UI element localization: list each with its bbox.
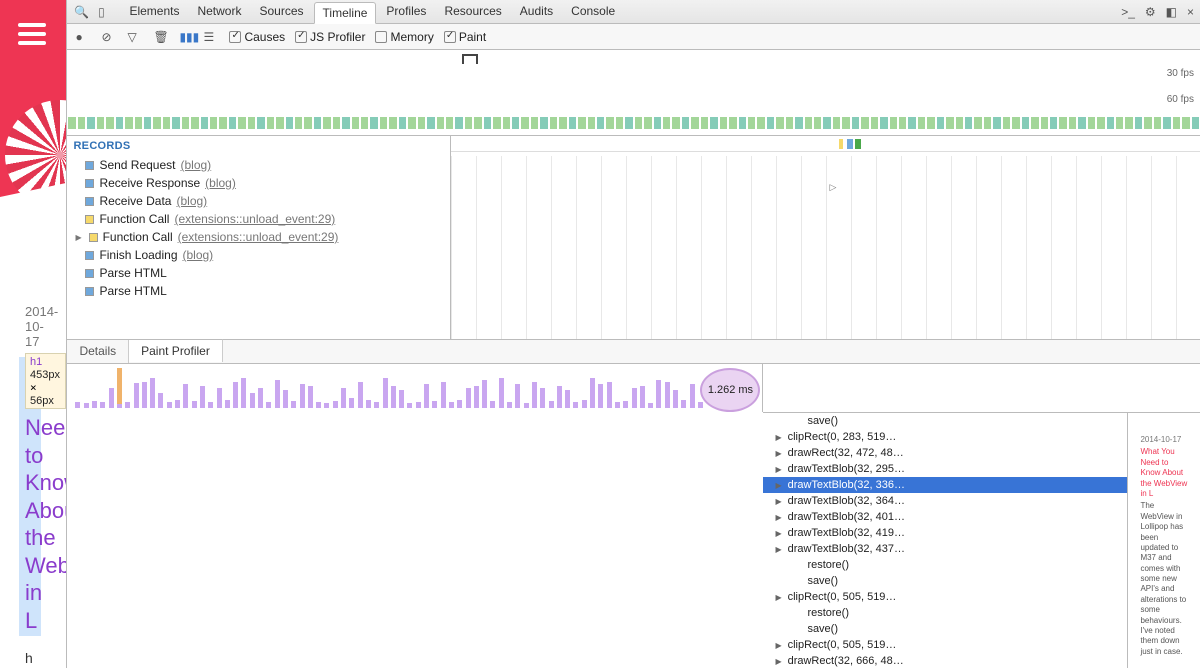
overview-selection-handle[interactable]	[462, 54, 478, 64]
checkbox-js-profiler[interactable]: JS Profiler	[295, 30, 365, 44]
draw-call[interactable]: drawTextBlob(32, 419…	[763, 525, 1127, 541]
draw-call[interactable]: clipRect(0, 283, 519…	[763, 429, 1127, 445]
checkbox-causes[interactable]: Causes	[229, 30, 285, 44]
records-header: RECORDS	[67, 136, 450, 156]
record-row[interactable]: Finish Loading (blog)	[67, 246, 450, 264]
close-icon[interactable]: ×	[1187, 5, 1194, 19]
hero-image: ➤	[0, 0, 66, 280]
timeline-overview[interactable]: 30 fps 60 fps	[67, 50, 1200, 136]
draw-call[interactable]: clipRect(0, 505, 519…	[763, 637, 1127, 653]
barchart-icon[interactable]: ▮▮▮	[179, 30, 193, 44]
fps-label: 60 fps	[1167, 94, 1194, 105]
subtab-paint-profiler[interactable]: Paint Profiler	[129, 339, 223, 362]
record-row[interactable]: Parse HTML	[67, 264, 450, 282]
record-icon[interactable]: ●	[75, 30, 89, 44]
hamburger-icon[interactable]	[18, 18, 46, 50]
tab-audits[interactable]: Audits	[512, 1, 561, 23]
dock-side-icon[interactable]: ◧	[1166, 5, 1177, 19]
draw-call[interactable]: save()	[763, 413, 1127, 429]
draw-call[interactable]: drawTextBlob(32, 336…	[763, 477, 1127, 493]
tab-network[interactable]: Network	[189, 1, 249, 23]
record-row[interactable]: Function Call (extensions::unload_event:…	[67, 210, 450, 228]
draw-call[interactable]: drawTextBlob(32, 401…	[763, 509, 1127, 525]
devtools-panel: 🔍 ▯ ElementsNetworkSourcesTimelineProfil…	[66, 0, 1200, 668]
tab-sources[interactable]: Sources	[251, 1, 311, 23]
flamechart-icon[interactable]: ☰	[203, 30, 217, 44]
draw-call[interactable]: save()	[763, 573, 1127, 589]
draw-call[interactable]: drawRect(32, 666, 48…	[763, 653, 1127, 668]
device-toggle-icon[interactable]: ▯	[93, 5, 109, 19]
tab-elements[interactable]: Elements	[121, 1, 187, 23]
drawer-toggle-icon[interactable]: >_	[1121, 5, 1135, 19]
tab-resources[interactable]: Resources	[436, 1, 509, 23]
draw-call[interactable]: clipRect(0, 505, 519…	[763, 589, 1127, 605]
record-row[interactable]: Send Request (blog)	[67, 156, 450, 174]
post-excerpt: h Lollipop has been updated to M37 and c…	[25, 648, 41, 668]
record-row[interactable]: Function Call (extensions::unload_event:…	[67, 228, 450, 246]
post-date: 2014-10-17	[25, 304, 41, 349]
tab-console[interactable]: Console	[563, 1, 623, 23]
fps-label: 30 fps	[1167, 68, 1194, 79]
draw-call[interactable]: restore()	[763, 605, 1127, 621]
timeline-toolbar: ● ⊘ ▽ 🗑 ▮▮▮ ☰ Causes JS Profiler Memory Pai…	[67, 24, 1200, 50]
tab-profiles[interactable]: Profiles	[378, 1, 434, 23]
draw-call[interactable]: restore()	[763, 557, 1127, 573]
draw-call[interactable]: drawRect(32, 472, 48…	[763, 445, 1127, 461]
devtools-toolbar: 🔍 ▯ ElementsNetworkSourcesTimelineProfil…	[67, 0, 1200, 24]
draw-call-list[interactable]: save()clipRect(0, 283, 519…drawRect(32, …	[763, 413, 1128, 668]
draw-call[interactable]: save()	[763, 621, 1127, 637]
inspect-icon[interactable]: 🔍	[73, 5, 89, 19]
checkbox-memory[interactable]: Memory	[375, 30, 433, 44]
filter-icon[interactable]: ▽	[127, 30, 141, 44]
settings-icon[interactable]: ⚙	[1145, 5, 1156, 19]
draw-call[interactable]: drawTextBlob(32, 295…	[763, 461, 1127, 477]
paint-time-badge: 1.262 ms	[700, 368, 760, 412]
paint-profiler: 1.262 ms save()clipRect(0, 283, 519…draw…	[67, 364, 1200, 668]
paint-profiler-chart[interactable]: 1.262 ms	[67, 364, 763, 412]
garbage-icon[interactable]: 🗑	[153, 30, 167, 44]
tab-timeline[interactable]: Timeline	[314, 2, 377, 24]
subtab-details[interactable]: Details	[67, 340, 129, 363]
record-row[interactable]: Receive Response (blog)	[67, 174, 450, 192]
draw-call[interactable]: drawTextBlob(32, 364…	[763, 493, 1127, 509]
checkbox-paint[interactable]: Paint	[444, 30, 486, 44]
flame-chart[interactable]: ▷	[451, 136, 1200, 339]
record-row[interactable]: Receive Data (blog)	[67, 192, 450, 210]
draw-call[interactable]: drawTextBlob(32, 437…	[763, 541, 1127, 557]
rendered-page: ➤ 2014-10-17 What You Need to Know About…	[0, 0, 66, 668]
paint-preview: 2014-10-17What You Need to Know About th…	[1128, 413, 1200, 668]
record-row[interactable]: Parse HTML	[67, 282, 450, 300]
element-dimensions-tooltip: h1 453px × 56px	[25, 353, 66, 409]
records-panel: RECORDS Send Request (blog)Receive Respo…	[67, 136, 451, 339]
clear-icon[interactable]: ⊘	[101, 30, 115, 44]
